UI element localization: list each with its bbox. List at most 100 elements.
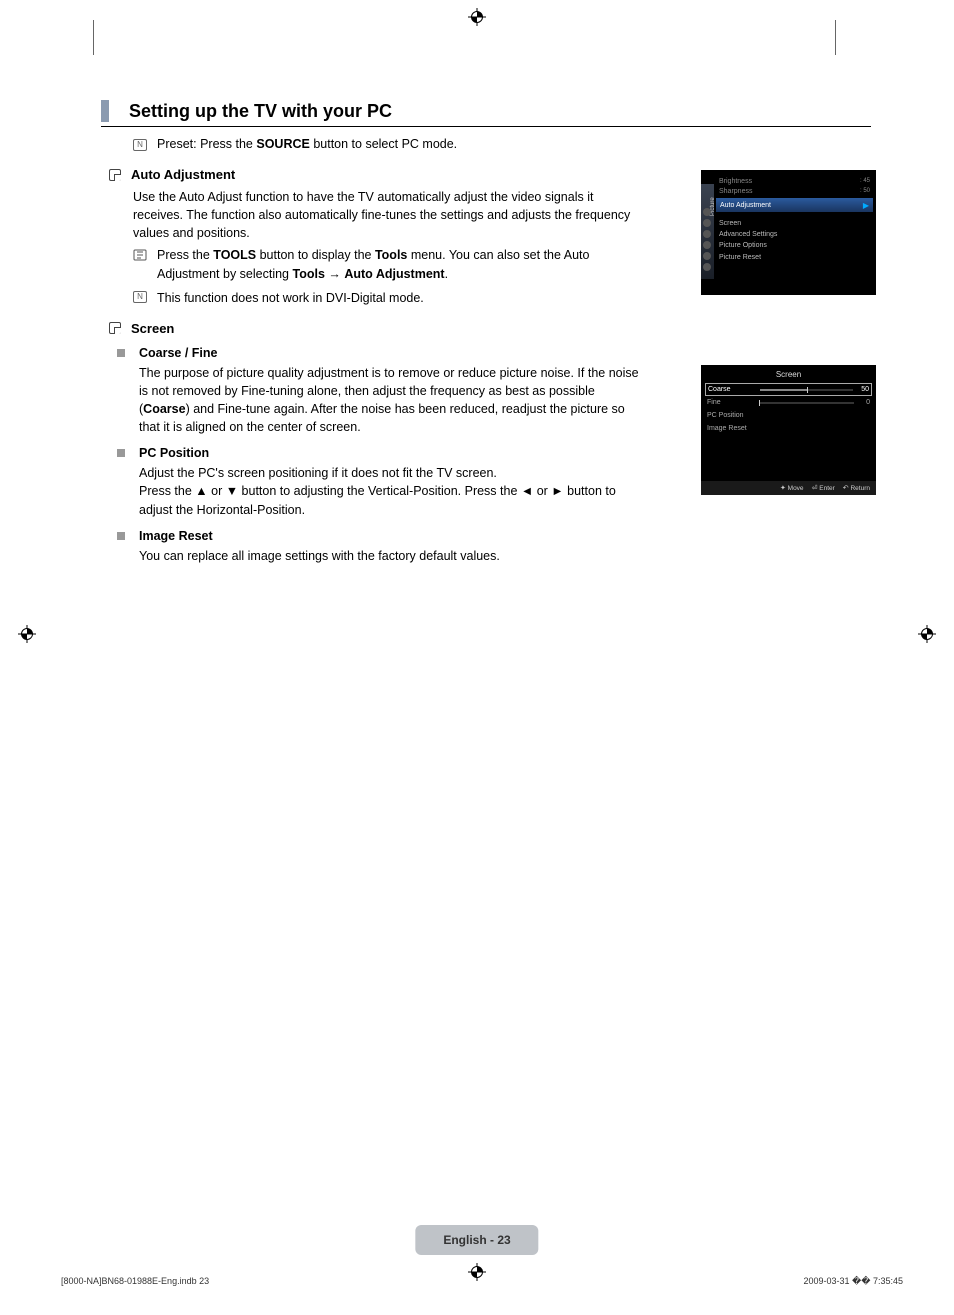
osd-side-icon [703, 263, 711, 271]
item-coarse-fine: Coarse / Fine [117, 346, 871, 360]
text-bold: SOURCE [256, 137, 309, 151]
osd-side-icon [703, 230, 711, 238]
text: Move [788, 485, 804, 492]
enter-icon: ⏎ [812, 485, 818, 492]
small-square-icon [117, 449, 125, 457]
osd-row-fine: Fine 0 [701, 396, 876, 409]
osd-label: Image Reset [707, 425, 747, 432]
text-bold: Tools [293, 267, 325, 281]
osd-label: Coarse [708, 386, 756, 393]
tools-icon [133, 248, 147, 282]
osd-value: : 50 [860, 188, 870, 194]
osd-value: : 45 [860, 178, 870, 184]
section-heading: Setting up the TV with your PC [101, 100, 871, 127]
square-bullet-icon [109, 322, 121, 334]
osd-slider-track [759, 402, 854, 404]
text: ) and Fine-tune again. After the noise h… [139, 402, 625, 434]
osd-side-icon [703, 252, 711, 260]
text: Enter [819, 485, 835, 492]
text: . [445, 267, 448, 281]
text-bold: Tools [375, 248, 407, 262]
osd-row-brightness: Brightness : 45 [719, 176, 870, 186]
text-bold: Auto Adjustment [344, 267, 444, 281]
text: Return [850, 485, 870, 492]
osd-menu-item: Screen [719, 218, 777, 229]
osd-highlight-label: Auto Adjustment [720, 202, 771, 209]
chevron-right-icon: ▶ [863, 201, 869, 210]
osd-key: Brightness [719, 178, 860, 185]
osd-footer-return: ↶ Return [843, 484, 870, 492]
osd-footer-move: ✦ Move [780, 484, 804, 492]
tools-tip-text: Press the TOOLS button to display the To… [157, 246, 643, 282]
small-square-icon [117, 349, 125, 357]
return-icon: ↶ [843, 485, 849, 492]
print-footer: [8000-NA]BN68-01988E-Eng.indb 23 2009-03… [53, 1276, 911, 1287]
osd-label: PC Position [707, 412, 744, 419]
text-bold: TOOLS [213, 248, 256, 262]
text: button to display the [256, 248, 375, 262]
move-icon: ✦ [780, 485, 786, 492]
osd-row-coarse: Coarse 50 [705, 383, 872, 396]
osd-value: 0 [858, 399, 870, 406]
item-image-reset: Image Reset [117, 529, 871, 543]
osd-menu-item: Picture Options [719, 240, 777, 251]
page-badge: English - 23 [415, 1225, 538, 1255]
note-icon: N [133, 291, 147, 303]
coarse-fine-body: The purpose of picture quality adjustmen… [139, 364, 649, 437]
crop-mark [835, 20, 836, 55]
osd-menu-list: Screen Advanced Settings Picture Options… [719, 218, 777, 263]
osd-footer-enter: ⏎ Enter [812, 484, 835, 492]
osd-row-pc-position: PC Position [701, 409, 876, 422]
subsection-title: Auto Adjustment [131, 167, 235, 182]
pc-position-line1: Adjust the PC's screen positioning if it… [139, 464, 649, 482]
pc-position-line2: Press the ▲ or ▼ button to adjusting the… [139, 482, 649, 518]
item-title: Image Reset [139, 529, 213, 543]
osd-sidebar-icons [703, 208, 712, 274]
osd-screen-menu: Screen Coarse 50 Fine 0 PC Position Imag… [701, 365, 876, 495]
osd-slider-fill [760, 389, 807, 391]
dvi-note: N This function does not work in DVI-Dig… [133, 289, 643, 307]
crop-mark [93, 20, 94, 55]
tools-tip: Press the TOOLS button to display the To… [133, 246, 643, 282]
osd-menu-item: Advanced Settings [719, 229, 777, 240]
item-title: PC Position [139, 446, 209, 460]
osd-slider-thumb [807, 387, 808, 393]
osd-slider-track [760, 389, 853, 391]
text: button to select PC mode. [310, 137, 457, 151]
page-badge-text: English - 23 [443, 1233, 510, 1247]
osd-screen-title: Screen [701, 365, 876, 383]
osd-menu-item: Picture Reset [719, 252, 777, 263]
arrow-text: → [325, 267, 344, 281]
item-title: Coarse / Fine [139, 346, 218, 360]
subsection-screen: Screen [109, 321, 871, 336]
registration-mark-icon [918, 625, 936, 643]
text-bold: Coarse [143, 402, 185, 416]
osd-highlight-row: Auto Adjustment ▶ [716, 198, 873, 212]
preset-note-text: Preset: Press the SOURCE button to selec… [157, 137, 457, 151]
text: Preset: Press the [157, 137, 256, 151]
square-bullet-icon [109, 169, 121, 181]
text: Press the [157, 248, 213, 262]
note-icon: N [133, 139, 147, 151]
auto-adjustment-body: Use the Auto Adjust function to have the… [133, 188, 643, 242]
osd-row-image-reset: Image Reset [701, 422, 876, 435]
osd-picture-menu: Picture Brightness : 45 Sharpness : 50 A… [701, 170, 876, 295]
small-square-icon [117, 532, 125, 540]
image-reset-body: You can replace all image settings with … [139, 547, 649, 565]
footer-left: [8000-NA]BN68-01988E-Eng.indb 23 [61, 1276, 209, 1287]
osd-slider-thumb [759, 400, 760, 406]
osd-footer: ✦ Move ⏎ Enter ↶ Return [701, 481, 876, 495]
osd-side-icon [703, 241, 711, 249]
osd-label: Fine [707, 399, 755, 406]
heading-accent-bar [101, 100, 109, 122]
osd-key: Sharpness [719, 188, 860, 195]
registration-mark-icon [18, 625, 36, 643]
osd-value: 50 [857, 386, 869, 393]
heading-text: Setting up the TV with your PC [129, 101, 392, 122]
osd-side-icon [703, 219, 711, 227]
registration-mark-icon [468, 8, 486, 26]
subsection-title: Screen [131, 321, 174, 336]
preset-note: N Preset: Press the SOURCE button to sel… [133, 137, 871, 151]
footer-right: 2009-03-31 �� 7:35:45 [803, 1276, 903, 1287]
dvi-note-text: This function does not work in DVI-Digit… [157, 289, 424, 307]
